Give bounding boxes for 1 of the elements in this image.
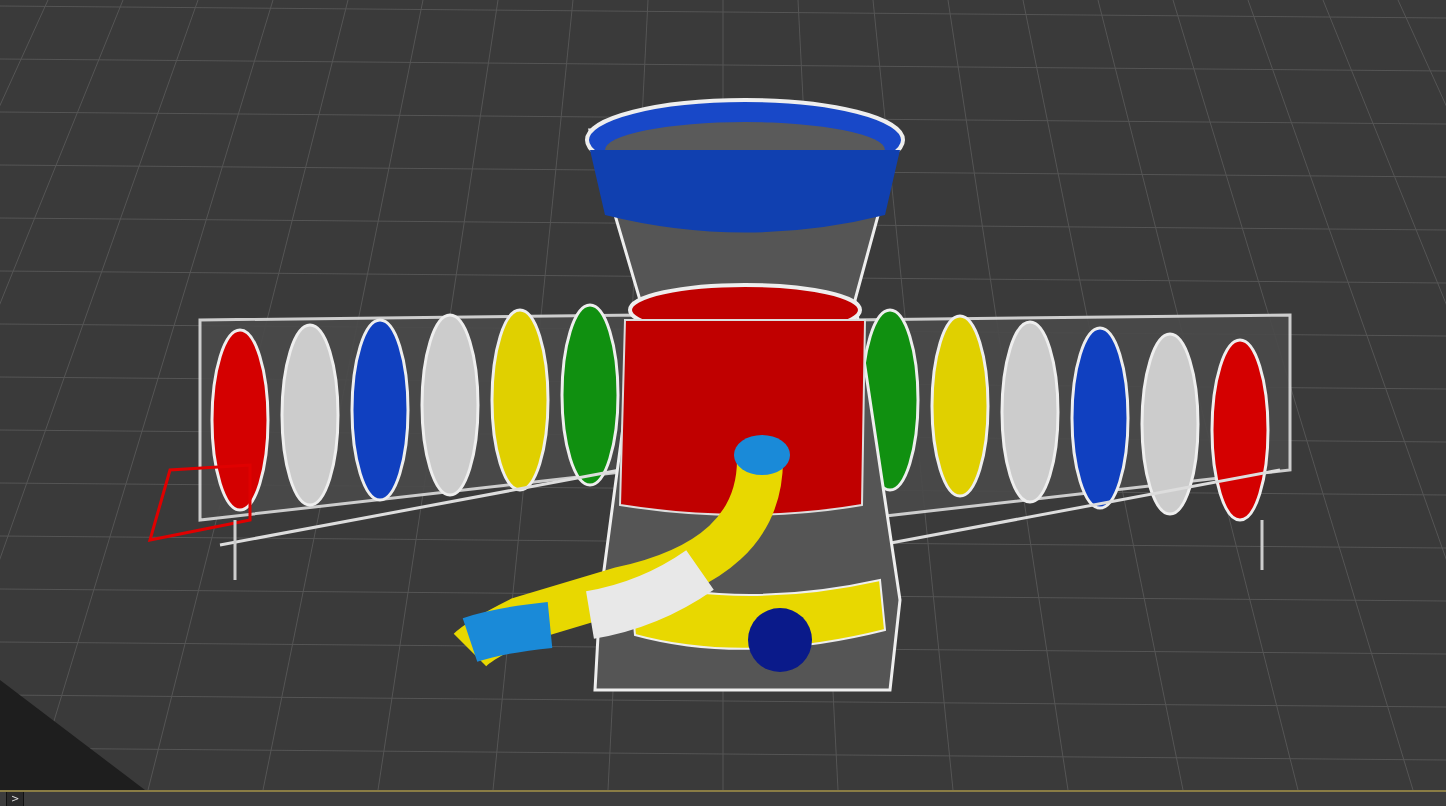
expand-button[interactable]: > (6, 792, 25, 806)
